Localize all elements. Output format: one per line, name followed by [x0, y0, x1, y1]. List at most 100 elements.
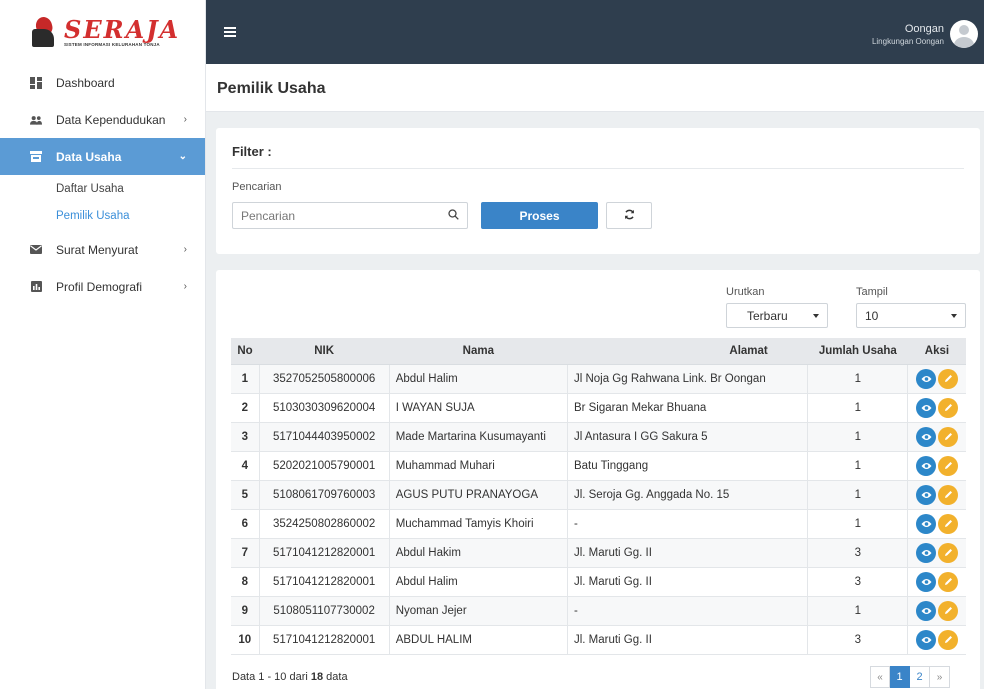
view-button[interactable]: [916, 571, 937, 592]
cell-jumlah-usaha: 3: [807, 538, 909, 568]
edit-button[interactable]: [938, 426, 959, 447]
cell-no: 8: [231, 567, 260, 597]
sidebar-item-data-usaha[interactable]: Data Usaha ⌄: [0, 138, 205, 175]
sidebar-item-label: Data Usaha: [56, 149, 122, 164]
logo-word: SERAJA: [64, 14, 181, 44]
caret-down-icon: [951, 313, 957, 318]
menu-toggle-icon[interactable]: [224, 27, 236, 37]
edit-button[interactable]: [938, 455, 959, 476]
cell-alamat: Jl. Maruti Gg. II: [567, 538, 809, 568]
cell-nik: 3524250802860002: [259, 509, 390, 539]
proses-button[interactable]: Proses: [481, 202, 598, 229]
page-size-select[interactable]: 10: [856, 303, 966, 328]
eye-icon: [921, 375, 932, 383]
view-button[interactable]: [916, 629, 937, 650]
cell-jumlah-usaha: 1: [807, 422, 909, 452]
col-header-nik[interactable]: NIK: [259, 338, 390, 365]
view-button[interactable]: [916, 397, 937, 418]
sidebar-item-label: Surat Menyurat: [56, 242, 139, 257]
pencil-icon: [944, 490, 953, 499]
cell-no: 6: [231, 509, 260, 539]
cell-nama: Abdul Halim: [389, 364, 568, 394]
cell-nik: 5171041212820001: [259, 538, 390, 568]
edit-button[interactable]: [938, 629, 959, 650]
edit-button[interactable]: [938, 368, 959, 389]
edit-button[interactable]: [938, 600, 959, 621]
eye-icon: [921, 607, 932, 615]
sidebar-item-dashboard[interactable]: Dashboard: [0, 64, 205, 101]
pagination-page-2[interactable]: 2: [910, 666, 930, 688]
view-button[interactable]: [916, 426, 937, 447]
logo-subtitle: SISTEM INFORMASI KELURAHAN TONJA: [64, 41, 160, 47]
cell-no: 2: [231, 393, 260, 423]
cell-nama: I WAYAN SUJA: [389, 393, 568, 423]
pencil-icon: [944, 403, 953, 412]
pagination: « 1 2 »: [870, 666, 950, 688]
sort-select[interactable]: Terbaru: [726, 303, 828, 328]
cell-no: 1: [231, 364, 260, 394]
page-header: Pemilik Usaha: [206, 64, 984, 112]
cell-no: 3: [231, 422, 260, 452]
edit-button[interactable]: [938, 397, 959, 418]
col-header-no[interactable]: No: [231, 338, 260, 365]
eye-icon: [921, 636, 932, 644]
owners-table: No NIK Nama Alamat Jumlah Usaha Aksi 1 35…: [231, 338, 966, 655]
cell-no: 5: [231, 480, 260, 510]
cell-jumlah-usaha: 1: [807, 364, 909, 394]
cell-nama: Made Martarina Kusumayanti: [389, 422, 568, 452]
mail-icon: [30, 244, 42, 256]
sidebar-item-data-kependudukan[interactable]: Data Kependudukan ›: [0, 101, 205, 138]
avatar[interactable]: [950, 20, 978, 48]
pencil-icon: [944, 635, 953, 644]
view-button[interactable]: [916, 455, 937, 476]
search-label: Pencarian: [232, 181, 282, 193]
user-role: Lingkungan Oongan: [871, 36, 944, 46]
pagination-prev[interactable]: «: [870, 666, 890, 688]
search-input[interactable]: [233, 203, 433, 228]
sidebar-item-profil-demografi[interactable]: Profil Demografi ›: [0, 268, 205, 305]
pagination-info-suffix: data: [323, 671, 348, 683]
edit-button[interactable]: [938, 513, 959, 534]
edit-button[interactable]: [938, 542, 959, 563]
pagination-next[interactable]: »: [930, 666, 950, 688]
eye-icon: [921, 520, 932, 528]
refresh-icon: [624, 208, 635, 223]
edit-button[interactable]: [938, 484, 959, 505]
sidebar-item-label: Data Kependudukan: [56, 112, 166, 127]
edit-button[interactable]: [938, 571, 959, 592]
brand-logo[interactable]: SERAJA SISTEM INFORMASI KELURAHAN TONJA: [0, 0, 205, 64]
pagination-page-1[interactable]: 1: [890, 666, 910, 688]
pencil-icon: [944, 432, 953, 441]
sidebar-subitem-daftar-usaha[interactable]: Daftar Usaha: [0, 175, 205, 202]
chevron-down-icon: ⌄: [178, 151, 187, 162]
cell-alamat: Jl. Maruti Gg. II: [567, 625, 809, 655]
sidebar-item-surat-menyurat[interactable]: Surat Menyurat ›: [0, 231, 205, 268]
search-icon[interactable]: [448, 209, 459, 223]
table-row: 8 5171041212820001 Abdul Halim Jl. Maruti G…: [231, 567, 966, 597]
view-button[interactable]: [916, 542, 937, 563]
cell-no: 7: [231, 538, 260, 568]
view-button[interactable]: [916, 484, 937, 505]
cell-no: 9: [231, 596, 260, 626]
chevron-right-icon: ›: [183, 244, 187, 255]
cell-alamat: -: [567, 596, 809, 626]
view-button[interactable]: [916, 600, 937, 621]
cell-nik: 3527052505800006: [259, 364, 390, 394]
view-button[interactable]: [916, 513, 937, 534]
cell-jumlah-usaha: 1: [807, 509, 909, 539]
sidebar-subitem-pemilik-usaha[interactable]: Pemilik Usaha: [0, 202, 205, 229]
pencil-icon: [944, 519, 953, 528]
col-header-aksi: Aksi: [907, 338, 966, 365]
view-button[interactable]: [916, 368, 937, 389]
cell-aksi: [907, 480, 966, 510]
cell-nik: 5108061709760003: [259, 480, 390, 510]
pencil-icon: [944, 606, 953, 615]
sidebar: SERAJA SISTEM INFORMASI KELURAHAN TONJA …: [0, 0, 206, 689]
pencil-icon: [944, 548, 953, 557]
col-header-jumlah-usaha[interactable]: Jumlah Usaha: [807, 338, 908, 365]
col-header-alamat[interactable]: Alamat: [567, 338, 808, 365]
user-menu[interactable]: Oongan Lingkungan Oongan: [872, 20, 978, 48]
col-header-nama[interactable]: Nama: [389, 338, 568, 365]
refresh-button[interactable]: [606, 202, 652, 229]
eye-icon: [921, 433, 932, 441]
